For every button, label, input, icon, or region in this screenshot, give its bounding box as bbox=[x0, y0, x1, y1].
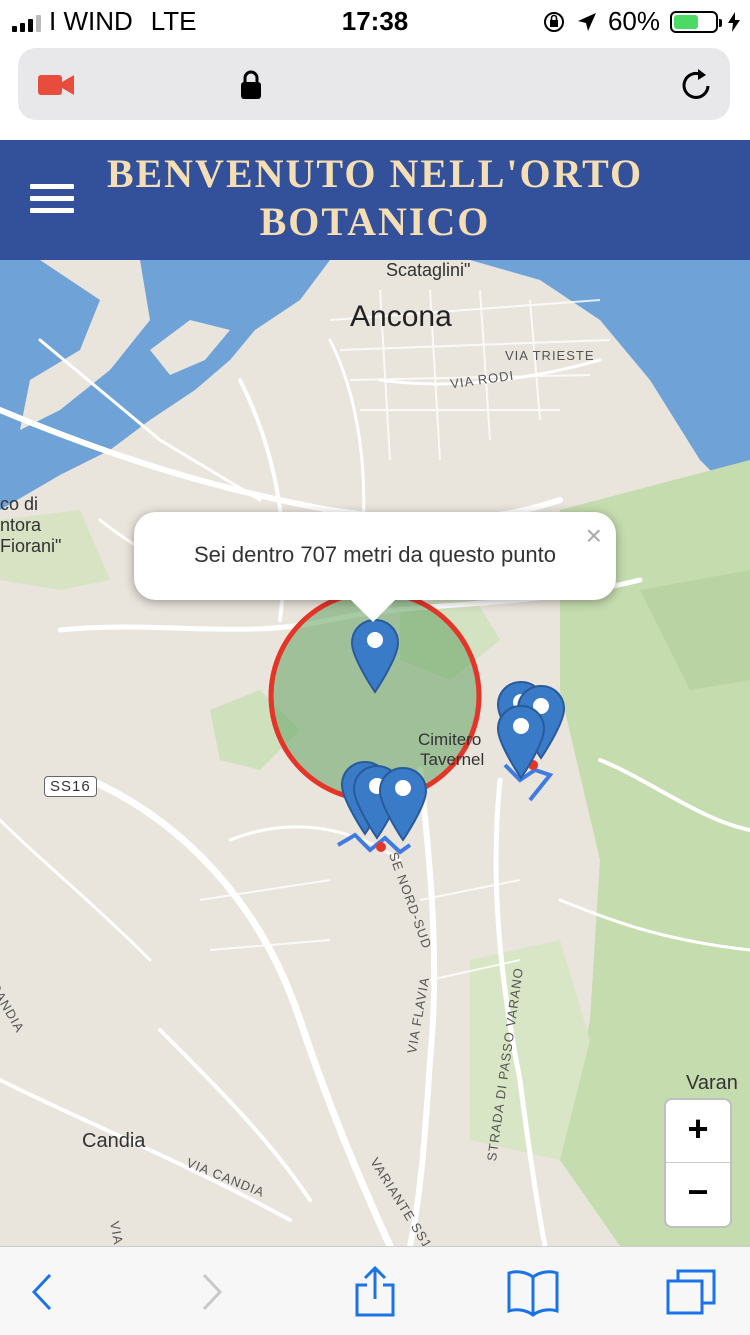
hamburger-icon[interactable] bbox=[30, 184, 74, 214]
zoom-control: + − bbox=[664, 1098, 732, 1228]
zoom-out-button[interactable]: − bbox=[666, 1163, 730, 1225]
address-bar[interactable] bbox=[18, 48, 730, 120]
browser-address-area bbox=[0, 40, 750, 140]
popup-close-icon[interactable]: × bbox=[586, 520, 602, 552]
popup-text: Sei dentro 707 metri da questo punto bbox=[193, 542, 557, 567]
map-label-co-di: co di bbox=[0, 494, 39, 514]
back-icon[interactable] bbox=[12, 1265, 72, 1319]
map-label-candia: Candia bbox=[82, 1130, 146, 1152]
video-record-icon[interactable] bbox=[38, 74, 74, 96]
map-marker[interactable] bbox=[496, 704, 546, 780]
reload-icon[interactable] bbox=[680, 68, 714, 102]
map-popup: Sei dentro 707 metri da questo punto × bbox=[134, 512, 616, 622]
zoom-in-button[interactable]: + bbox=[666, 1100, 730, 1163]
map-label-ancona: Ancona bbox=[350, 300, 452, 333]
battery-percent: 60% bbox=[607, 6, 660, 36]
forward-icon[interactable] bbox=[182, 1265, 242, 1319]
map-marker[interactable] bbox=[378, 766, 428, 842]
map-label-scataglini: Scataglini" bbox=[386, 260, 471, 280]
map-label-via-trieste: VIA TRIESTE bbox=[505, 348, 595, 363]
tabs-icon[interactable] bbox=[662, 1265, 722, 1319]
map-view[interactable]: Scataglini" Ancona VIA TRIESTE VIA RODI … bbox=[0, 260, 750, 1246]
map-marker[interactable] bbox=[350, 618, 400, 694]
status-bar: I WIND LTE 17:38 60% bbox=[0, 0, 750, 40]
map-tiles[interactable] bbox=[0, 260, 750, 1246]
share-icon[interactable] bbox=[345, 1265, 405, 1319]
map-label-cimitero: Cimitero bbox=[418, 730, 482, 749]
map-label-varano: Varan bbox=[686, 1072, 738, 1094]
map-label-tavernelle: Tavernel bbox=[420, 750, 485, 769]
map-label-fiorani: Fiorani" bbox=[0, 536, 62, 556]
location-arrow-icon bbox=[577, 12, 596, 31]
lock-icon bbox=[241, 70, 261, 99]
map-label-ntora: ntora bbox=[0, 515, 42, 535]
battery-icon bbox=[670, 10, 722, 33]
bookmarks-icon[interactable] bbox=[503, 1265, 563, 1319]
page-title: BENVENUTO NELL'ORTO BOTANICO bbox=[106, 151, 644, 244]
road-sign-ss16: SS16 bbox=[44, 776, 97, 797]
popup-tip bbox=[351, 600, 395, 622]
browser-toolbar bbox=[0, 1246, 750, 1335]
status-right: 60% bbox=[542, 6, 740, 37]
charging-bolt-icon bbox=[728, 11, 740, 32]
orientation-lock-icon bbox=[543, 11, 564, 32]
